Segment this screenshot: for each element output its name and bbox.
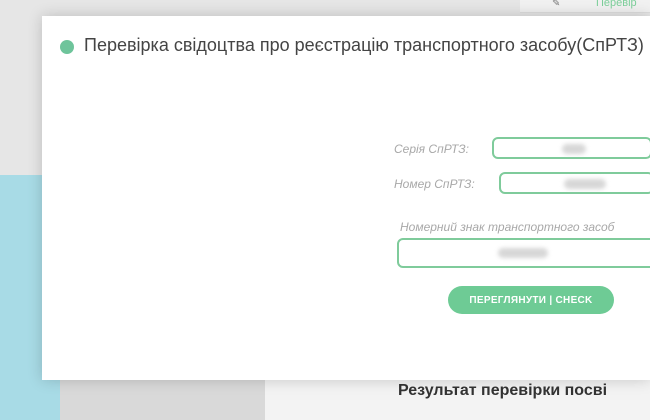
status-dot-icon	[60, 40, 74, 54]
vehicle-registration-check-modal: Перевірка свідоцтва про реєстрацію транс…	[42, 16, 650, 380]
number-input-value	[564, 179, 606, 189]
background-header-link[interactable]: Перевір	[596, 0, 637, 9]
check-button[interactable]: ПЕРЕГЛЯНУТИ | CHECK	[448, 286, 614, 314]
number-label: Номер СпРТЗ:	[394, 177, 475, 191]
plate-label: Номерний знак транспортного засоб	[400, 220, 615, 234]
edit-icon[interactable]: ✎	[552, 0, 564, 10]
series-label: Серія СпРТЗ:	[394, 142, 469, 156]
modal-title: Перевірка свідоцтва про реєстрацію транс…	[84, 35, 644, 55]
series-input-value	[562, 144, 586, 154]
plate-input-value	[498, 248, 548, 258]
result-section-title: Результат перевірки посві	[398, 382, 608, 399]
